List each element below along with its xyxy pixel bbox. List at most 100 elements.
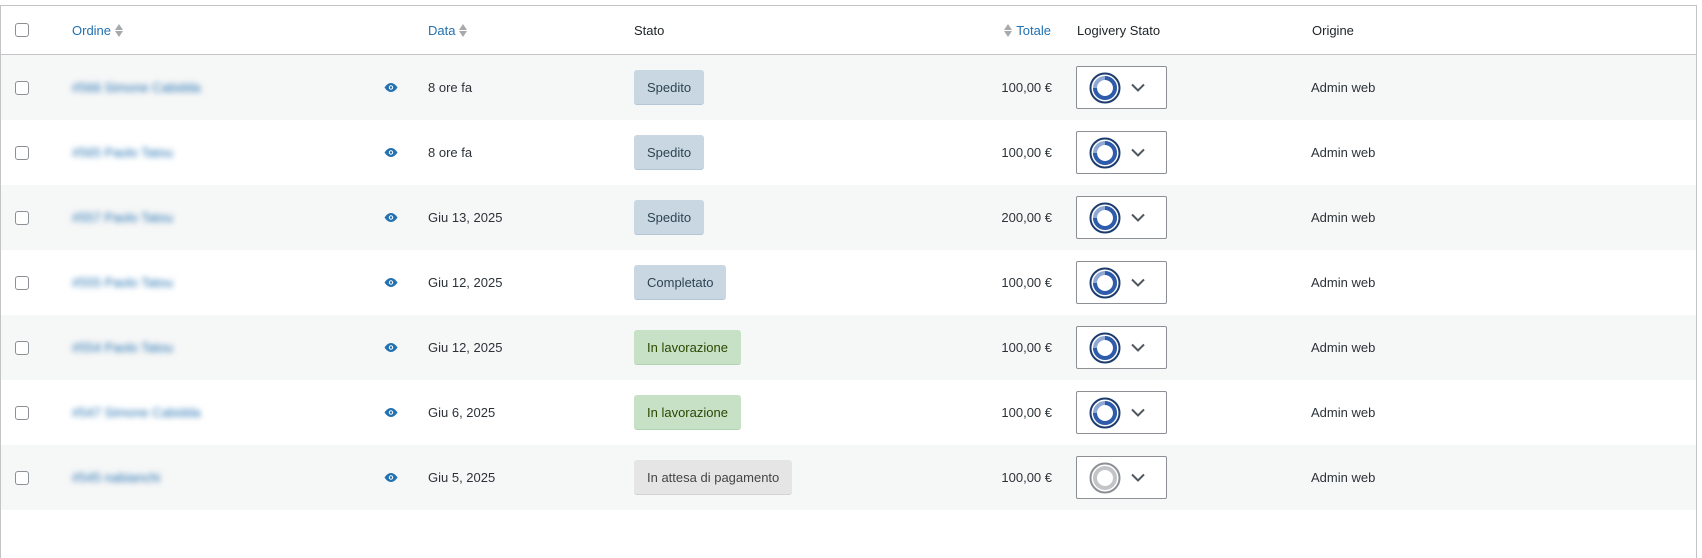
order-cell: #557 Paolo Tatou bbox=[72, 185, 173, 250]
logivery-status-select[interactable] bbox=[1076, 261, 1167, 304]
order-origin: Admin web bbox=[1311, 210, 1376, 225]
logivery-status-select[interactable] bbox=[1076, 391, 1167, 434]
date-cell: Giu 5, 2025 bbox=[428, 445, 495, 510]
row-checkbox[interactable] bbox=[15, 340, 29, 355]
row-select-cell bbox=[15, 315, 29, 380]
order-link[interactable]: #557 Paolo Tatou bbox=[72, 210, 173, 225]
origin-column-header: Origine bbox=[1312, 6, 1354, 54]
sort-arrows-icon bbox=[459, 23, 468, 37]
row-select-cell bbox=[15, 120, 29, 185]
total-cell: 100,00 € bbox=[991, 380, 1052, 445]
row-checkbox[interactable] bbox=[15, 275, 29, 290]
chevron-down-icon bbox=[1131, 343, 1145, 352]
order-total: 100,00 € bbox=[1001, 275, 1052, 290]
date-cell: 8 ore fa bbox=[428, 120, 472, 185]
preview-cell bbox=[384, 250, 398, 315]
preview-cell bbox=[384, 380, 398, 445]
order-cell: #554 Paolo Tatou bbox=[72, 315, 173, 380]
total-cell: 100,00 € bbox=[991, 315, 1052, 380]
order-date: Giu 13, 2025 bbox=[428, 210, 503, 225]
status-cell: Completato bbox=[634, 250, 727, 315]
select-all-checkbox[interactable] bbox=[15, 23, 29, 37]
logivery-column-header: Logivery Stato bbox=[1077, 6, 1160, 54]
origin-cell: Admin web bbox=[1311, 250, 1375, 315]
chevron-down-icon bbox=[1131, 83, 1145, 92]
total-cell: 100,00 € bbox=[991, 445, 1052, 510]
eye-icon[interactable] bbox=[384, 275, 398, 290]
sort-by-total-link[interactable]: Totale bbox=[1004, 23, 1051, 38]
progress-ring-blue-icon bbox=[1089, 332, 1121, 364]
row-select-cell bbox=[15, 380, 29, 445]
logivery-status-select[interactable] bbox=[1076, 131, 1167, 174]
row-select-cell bbox=[15, 250, 29, 315]
logivery-status-select[interactable] bbox=[1076, 66, 1167, 109]
order-origin: Admin web bbox=[1311, 340, 1376, 355]
logivery-cell bbox=[1076, 250, 1167, 315]
chevron-down-icon bbox=[1131, 408, 1145, 417]
status-cell: In lavorazione bbox=[634, 380, 741, 445]
progress-ring-blue-icon bbox=[1089, 137, 1121, 169]
chevron-down-icon bbox=[1131, 473, 1145, 482]
progress-ring-blue-icon bbox=[1089, 267, 1121, 299]
order-link[interactable]: #545 nabianchi bbox=[72, 470, 160, 485]
sort-by-order-link[interactable]: Ordine bbox=[72, 22, 124, 38]
status-badge: Spedito bbox=[634, 135, 705, 170]
total-cell: 200,00 € bbox=[991, 185, 1052, 250]
status-cell: Spedito bbox=[634, 120, 705, 185]
total-cell: 100,00 € bbox=[991, 55, 1052, 120]
order-total: 100,00 € bbox=[1001, 80, 1052, 95]
order-cell: #547 Simone Cabidda bbox=[72, 380, 201, 445]
eye-icon[interactable] bbox=[384, 145, 398, 160]
status-badge: Completato bbox=[634, 265, 727, 300]
status-cell: Spedito bbox=[634, 185, 705, 250]
eye-icon[interactable] bbox=[384, 470, 398, 485]
eye-icon[interactable] bbox=[384, 405, 398, 420]
preview-cell bbox=[384, 120, 398, 185]
chevron-down-icon bbox=[1131, 148, 1145, 157]
row-checkbox[interactable] bbox=[15, 80, 29, 95]
eye-icon[interactable] bbox=[384, 210, 398, 225]
order-link[interactable]: #555 Paolo Tatou bbox=[72, 275, 173, 290]
order-link[interactable]: #547 Simone Cabidda bbox=[72, 405, 201, 420]
status-cell: In lavorazione bbox=[634, 315, 741, 380]
row-checkbox[interactable] bbox=[15, 210, 29, 225]
order-link[interactable]: #565 Paolo Tatou bbox=[72, 145, 173, 160]
date-cell: Giu 12, 2025 bbox=[428, 315, 502, 380]
total-column-header: Totale bbox=[1004, 6, 1051, 54]
sort-by-date-link[interactable]: Data bbox=[428, 23, 468, 38]
order-origin: Admin web bbox=[1311, 275, 1376, 290]
status-cell: Spedito bbox=[634, 55, 705, 120]
logivery-status-select[interactable] bbox=[1076, 196, 1167, 239]
order-total: 100,00 € bbox=[1001, 470, 1052, 485]
order-column-header: Ordine bbox=[72, 6, 124, 54]
row-checkbox[interactable] bbox=[15, 470, 29, 485]
row-select-cell bbox=[15, 445, 29, 510]
date-cell: 8 ore fa bbox=[428, 55, 472, 120]
logivery-status-select[interactable] bbox=[1076, 326, 1167, 369]
row-checkbox[interactable] bbox=[15, 405, 29, 420]
logivery-cell bbox=[1076, 315, 1167, 380]
eye-icon[interactable] bbox=[384, 80, 398, 95]
order-header-label: Ordine bbox=[72, 22, 112, 38]
order-total: 200,00 € bbox=[1001, 210, 1052, 225]
preview-cell bbox=[384, 185, 398, 250]
date-cell: Giu 6, 2025 bbox=[428, 380, 495, 445]
origin-cell: Admin web bbox=[1311, 315, 1375, 380]
chevron-down-icon bbox=[1131, 213, 1145, 222]
row-checkbox[interactable] bbox=[15, 145, 29, 160]
order-origin: Admin web bbox=[1311, 405, 1376, 420]
status-cell: In attesa di pagamento bbox=[634, 445, 793, 510]
order-date: Giu 5, 2025 bbox=[428, 470, 496, 485]
table-row: #547 Simone Cabidda Giu 6, 2025 In lavoraz… bbox=[1, 380, 1696, 445]
origin-cell: Admin web bbox=[1311, 55, 1375, 120]
eye-icon[interactable] bbox=[384, 340, 398, 355]
order-date: 8 ore fa bbox=[428, 145, 473, 160]
order-cell: #566 Simone Cabidda bbox=[72, 55, 201, 120]
table-header: Ordine Data Stato Totale Logivery Stato … bbox=[1, 6, 1696, 55]
logivery-status-select[interactable] bbox=[1076, 456, 1167, 499]
order-link[interactable]: #554 Paolo Tatou bbox=[72, 340, 173, 355]
order-link[interactable]: #566 Simone Cabidda bbox=[72, 80, 201, 95]
status-badge: In lavorazione bbox=[634, 330, 741, 365]
order-origin: Admin web bbox=[1311, 80, 1376, 95]
orders-table: Ordine Data Stato Totale Logivery Stato … bbox=[0, 5, 1697, 558]
